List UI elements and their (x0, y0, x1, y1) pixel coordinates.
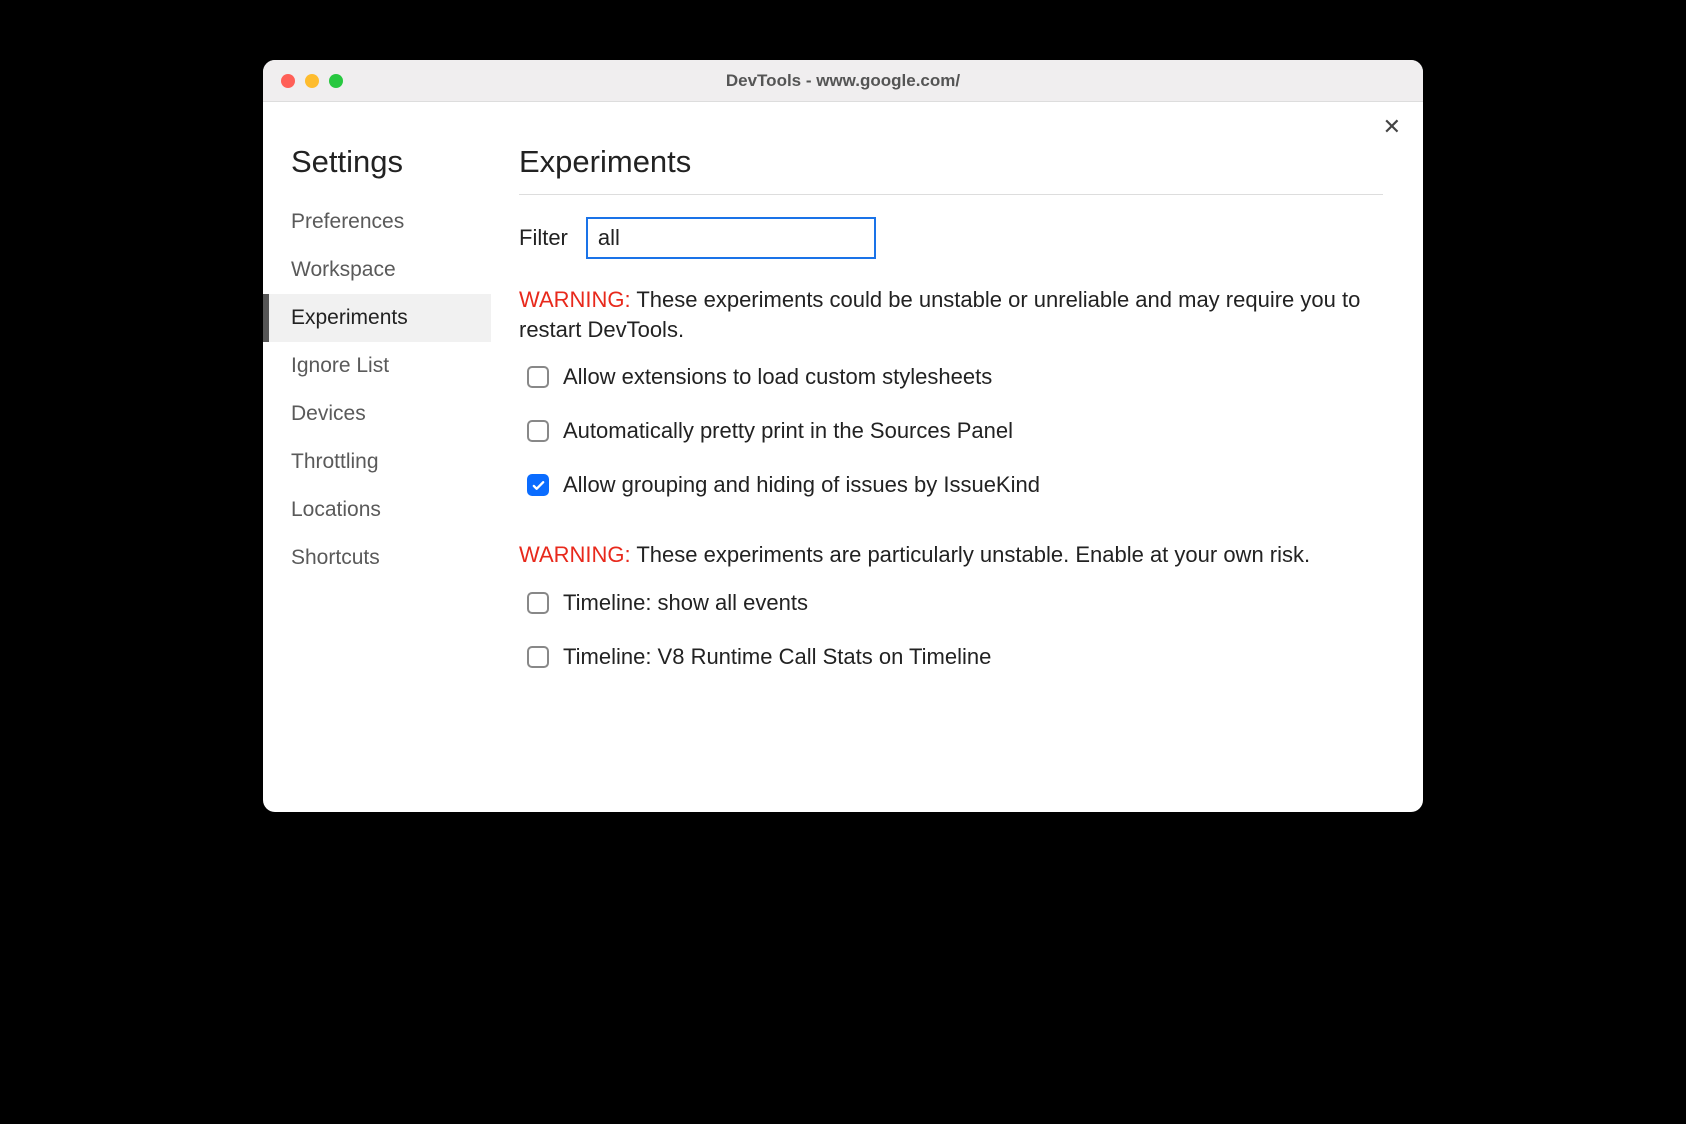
sidebar-item-throttling[interactable]: Throttling (263, 438, 491, 486)
warning-unstable: WARNING: These experiments could be unst… (519, 285, 1383, 344)
close-window-button[interactable] (281, 74, 295, 88)
sidebar-item-label: Workspace (291, 258, 396, 281)
experiment-row: Automatically pretty print in the Source… (527, 418, 1383, 444)
sidebar-item-label: Locations (291, 498, 381, 521)
window-titlebar: DevTools - www.google.com/ (263, 60, 1423, 102)
settings-sidebar: Settings Preferences Workspace Experimen… (263, 102, 491, 812)
experiment-checkbox-group-issues[interactable] (527, 474, 549, 496)
experiment-checkbox-pretty-print[interactable] (527, 420, 549, 442)
settings-content: ✕ Settings Preferences Workspace Experim… (263, 102, 1423, 812)
sidebar-item-workspace[interactable]: Workspace (263, 246, 491, 294)
experiment-row: Timeline: V8 Runtime Call Stats on Timel… (527, 644, 1383, 670)
maximize-window-button[interactable] (329, 74, 343, 88)
sidebar-item-label: Throttling (291, 450, 379, 473)
experiment-checkbox-timeline-all-events[interactable] (527, 592, 549, 614)
experiment-row: Allow extensions to load custom styleshe… (527, 364, 1383, 390)
warning-text: These experiments are particularly unsta… (631, 542, 1311, 567)
experiment-checkbox-timeline-v8-stats[interactable] (527, 646, 549, 668)
sidebar-item-label: Devices (291, 402, 366, 425)
warning-risky: WARNING: These experiments are particula… (519, 540, 1383, 570)
experiment-label: Timeline: V8 Runtime Call Stats on Timel… (563, 644, 991, 670)
sidebar-item-ignore-list[interactable]: Ignore List (263, 342, 491, 390)
warning-prefix: WARNING: (519, 287, 631, 312)
sidebar-item-label: Ignore List (291, 354, 389, 377)
close-settings-button[interactable]: ✕ (1383, 116, 1401, 138)
filter-row: Filter (519, 217, 1383, 259)
window-title: DevTools - www.google.com/ (263, 71, 1423, 91)
experiment-label: Automatically pretty print in the Source… (563, 418, 1013, 444)
sidebar-item-locations[interactable]: Locations (263, 486, 491, 534)
sidebar-item-devices[interactable]: Devices (263, 390, 491, 438)
minimize-window-button[interactable] (305, 74, 319, 88)
sidebar-item-label: Preferences (291, 210, 404, 233)
experiment-row: Allow grouping and hiding of issues by I… (527, 472, 1383, 498)
sidebar-item-label: Shortcuts (291, 546, 380, 569)
experiment-label: Timeline: show all events (563, 590, 808, 616)
close-icon: ✕ (1383, 114, 1401, 139)
page-title: Experiments (519, 144, 1383, 195)
experiment-checkbox-custom-stylesheets[interactable] (527, 366, 549, 388)
sidebar-item-preferences[interactable]: Preferences (263, 198, 491, 246)
experiment-row: Timeline: show all events (527, 590, 1383, 616)
warning-prefix: WARNING: (519, 542, 631, 567)
experiment-label: Allow grouping and hiding of issues by I… (563, 472, 1040, 498)
sidebar-item-experiments[interactable]: Experiments (263, 294, 491, 342)
traffic-lights (263, 74, 343, 88)
warning-text: These experiments could be unstable or u… (519, 287, 1360, 342)
filter-input[interactable] (586, 217, 876, 259)
filter-label: Filter (519, 225, 568, 251)
sidebar-item-shortcuts[interactable]: Shortcuts (263, 534, 491, 582)
sidebar-title: Settings (263, 144, 491, 198)
devtools-settings-window: DevTools - www.google.com/ ✕ Settings Pr… (263, 60, 1423, 812)
settings-main-panel: Experiments Filter WARNING: These experi… (491, 102, 1423, 812)
sidebar-item-label: Experiments (291, 306, 408, 329)
checkmark-icon (531, 478, 546, 493)
experiment-label: Allow extensions to load custom styleshe… (563, 364, 992, 390)
